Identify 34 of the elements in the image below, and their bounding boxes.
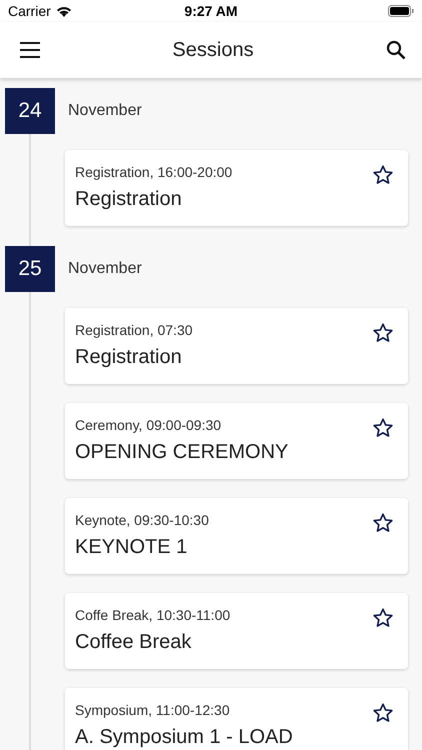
session-card[interactable]: Keynote, 09:30-10:30 KEYNOTE 1 [65,498,408,574]
session-meta: Coffe Break, 10:30-11:00 [75,607,230,623]
session-meta: Registration, 16:00-20:00 [75,164,232,180]
session-card[interactable]: Registration, 07:30 Registration [65,308,408,384]
session-title: Coffee Break [75,631,192,654]
star-icon[interactable] [372,512,394,534]
session-meta: Keynote, 09:30-10:30 [75,512,209,528]
star-icon[interactable] [372,417,394,439]
wifi-icon [56,5,72,17]
carrier-label: Carrier [8,3,51,19]
battery-icon [388,5,414,17]
star-icon[interactable] [372,702,394,724]
session-title: Registration [75,188,183,211]
day-number: 24 [5,88,55,134]
session-title: KEYNOTE 1 [75,536,188,559]
day-number: 25 [5,246,55,292]
search-icon[interactable] [384,38,408,62]
clock-time: 9:27 AM [184,3,238,19]
session-title: OPENING CEREMONY [75,441,288,464]
star-icon[interactable] [372,607,394,629]
session-title: Registration [75,346,183,369]
session-card[interactable]: Symposium, 11:00-12:30 A. Symposium 1 - LOAD [65,688,408,750]
month-label: November [68,260,142,278]
page-title: Sessions [172,38,254,62]
star-icon[interactable] [372,164,394,186]
session-card[interactable]: Registration, 16:00-20:00 Registration [65,150,408,226]
session-meta: Symposium, 11:00-12:30 [75,702,231,718]
session-meta: Ceremony, 09:00-09:30 [75,417,222,433]
session-title: A. Symposium 1 - LOAD [75,726,293,749]
month-label: November [68,102,142,120]
session-card[interactable]: Ceremony, 09:00-09:30 OPENING CEREMONY [65,403,408,479]
session-card[interactable]: Coffe Break, 10:30-11:00 Coffee Break [65,593,408,669]
session-meta: Registration, 07:30 [75,322,193,338]
star-icon[interactable] [372,322,394,344]
